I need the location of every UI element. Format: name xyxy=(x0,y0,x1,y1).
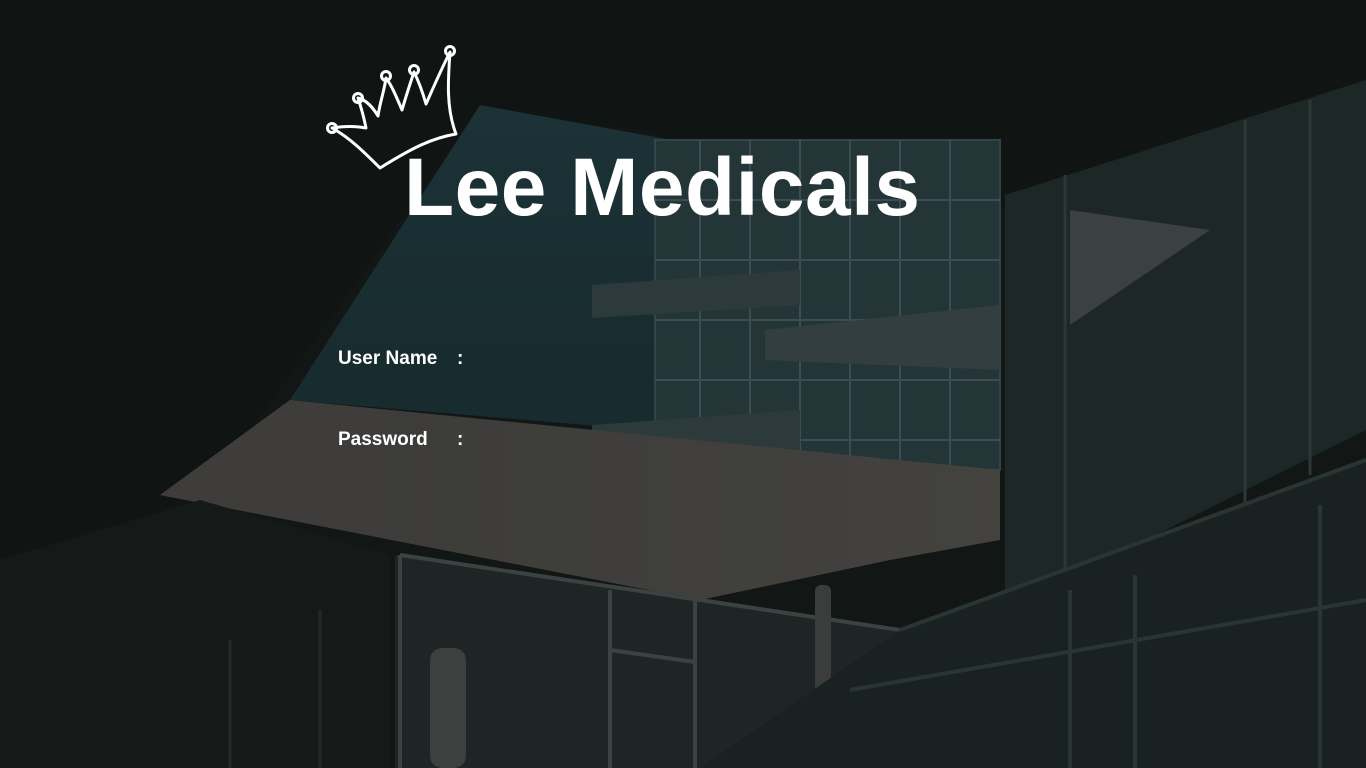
password-separator: : xyxy=(457,429,464,450)
password-input[interactable] xyxy=(478,425,748,455)
username-input[interactable] xyxy=(478,344,748,374)
password-label: Password xyxy=(338,429,428,450)
username-row: User Name : xyxy=(338,344,758,376)
username-label: User Name xyxy=(338,348,438,369)
login-screen: Lee Medicals User Name : Password : xyxy=(0,0,1366,768)
password-row: Password : xyxy=(338,425,758,457)
login-form: User Name : Password : xyxy=(338,344,758,474)
username-separator: : xyxy=(457,348,464,369)
